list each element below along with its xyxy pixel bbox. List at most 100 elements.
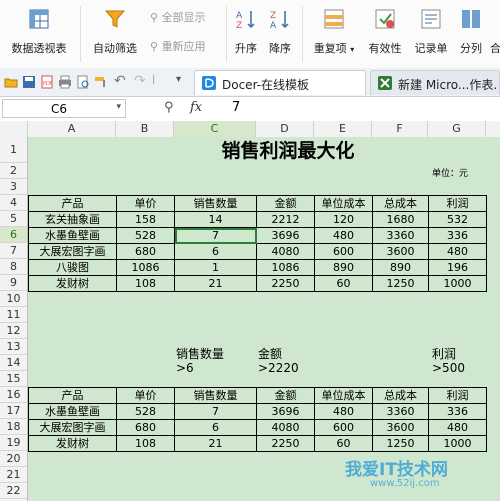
header-cell[interactable]: 利润 [428, 387, 487, 404]
table-cell[interactable]: 1086 [116, 259, 175, 276]
row-header[interactable]: 13 [0, 339, 27, 355]
quick-access-menu-icon[interactable]: ▾ [176, 74, 181, 85]
export-pdf-icon[interactable]: PDF [40, 75, 54, 89]
header-cell[interactable]: 产品 [28, 195, 117, 212]
table-cell[interactable]: 680 [116, 419, 175, 436]
criteria-value[interactable]: >2220 [258, 361, 299, 375]
column-header[interactable]: E [314, 121, 372, 137]
table-cell[interactable]: 2250 [256, 275, 315, 292]
table-cell[interactable]: 八骏图 [28, 259, 117, 276]
row-header[interactable]: 22 [0, 483, 27, 499]
table-cell[interactable]: 1000 [428, 435, 487, 452]
row-header[interactable]: 21 [0, 467, 27, 483]
table-cell[interactable]: 60 [314, 275, 373, 292]
row-header[interactable]: 10 [0, 291, 27, 307]
table-cell[interactable]: 1680 [372, 211, 429, 228]
header-cell[interactable]: 总成本 [372, 195, 429, 212]
column-header[interactable]: A [28, 121, 116, 137]
merge-button[interactable]: 合 [490, 0, 500, 68]
row-header[interactable]: 18 [0, 419, 27, 435]
row-header[interactable]: 17 [0, 403, 27, 419]
row-header[interactable]: 14 [0, 355, 27, 371]
table-cell[interactable]: 21 [174, 275, 257, 292]
table-cell[interactable]: 480 [314, 403, 373, 420]
table-cell[interactable]: 120 [314, 211, 373, 228]
name-box[interactable]: C6 ▾ [2, 99, 126, 118]
table-cell[interactable]: 发财树 [28, 275, 117, 292]
table-cell[interactable]: 336 [428, 403, 487, 420]
table-cell[interactable]: 600 [314, 419, 373, 436]
criteria-value[interactable]: >500 [432, 361, 465, 375]
select-all-corner[interactable] [0, 121, 28, 137]
row-header[interactable]: 6 [0, 227, 27, 243]
validity-button[interactable]: 有效性 [364, 0, 406, 68]
table-cell[interactable]: 大展宏图字画 [28, 243, 117, 260]
column-header[interactable]: B [116, 121, 174, 137]
chevron-down-icon[interactable]: ▾ [116, 102, 121, 112]
autofilter-button[interactable]: 自动筛选 [86, 0, 144, 68]
record-form-button[interactable]: 记录单 [410, 0, 452, 68]
row-header[interactable]: 2 [0, 163, 27, 179]
table-cell[interactable]: 3360 [372, 227, 429, 244]
table-cell[interactable]: 890 [372, 259, 429, 276]
header-cell[interactable]: 销售数量 [174, 195, 257, 212]
table-cell[interactable]: 1250 [372, 435, 429, 452]
header-cell[interactable]: 单位成本 [314, 387, 373, 404]
table-cell[interactable]: 528 [116, 227, 175, 244]
row-header[interactable]: 1 [0, 137, 27, 163]
zoom-search-icon[interactable]: ⚲ [164, 100, 174, 115]
table-cell[interactable]: 6 [174, 419, 257, 436]
table-cell[interactable]: 336 [428, 227, 487, 244]
duplicates-button[interactable]: 重复项 ▾ [306, 0, 362, 68]
header-cell[interactable]: 单价 [116, 195, 175, 212]
row-header[interactable]: 3 [0, 179, 27, 195]
table-cell[interactable]: 1086 [256, 259, 315, 276]
table-cell[interactable]: 3696 [256, 227, 315, 244]
table-cell[interactable]: 3360 [372, 403, 429, 420]
row-header[interactable]: 5 [0, 211, 27, 227]
table-cell[interactable]: 532 [428, 211, 487, 228]
pivot-table-button[interactable]: 数据透视表 [4, 0, 74, 68]
table-cell[interactable]: 玄关抽象画 [28, 211, 117, 228]
show-all-button[interactable]: ⚲ 全部显示 [150, 9, 206, 25]
table-cell[interactable]: 1250 [372, 275, 429, 292]
column-header[interactable]: F [372, 121, 428, 137]
table-cell[interactable]: 3696 [256, 403, 315, 420]
criteria-header[interactable]: 利润 [432, 345, 456, 362]
table-cell[interactable]: 2250 [256, 435, 315, 452]
row-header[interactable]: 4 [0, 195, 27, 211]
table-cell[interactable]: 14 [174, 211, 257, 228]
table-cell[interactable]: 发财树 [28, 435, 117, 452]
redo-icon[interactable]: ↷ [134, 73, 146, 89]
table-cell[interactable]: 3600 [372, 243, 429, 260]
criteria-header[interactable]: 金额 [258, 345, 282, 362]
sort-descending-button[interactable]: ZA 降序 [264, 0, 296, 68]
row-header[interactable]: 11 [0, 307, 27, 323]
fx-icon[interactable]: fx [190, 100, 202, 115]
header-cell[interactable]: 金额 [256, 195, 315, 212]
tab-workbook[interactable]: 新建 Micro...作表. [370, 70, 500, 95]
row-header[interactable]: 20 [0, 451, 27, 467]
header-cell[interactable]: 总成本 [372, 387, 429, 404]
split-columns-button[interactable]: 分列 [454, 0, 488, 68]
row-header[interactable]: 15 [0, 371, 27, 387]
table-cell[interactable]: 528 [116, 403, 175, 420]
criteria-value[interactable]: >6 [176, 361, 194, 375]
criteria-header[interactable]: 销售数量 [176, 345, 224, 362]
table-cell[interactable]: 196 [428, 259, 487, 276]
header-cell[interactable]: 单价 [116, 387, 175, 404]
table-cell[interactable]: 3600 [372, 419, 429, 436]
row-header[interactable]: 12 [0, 323, 27, 339]
table-cell[interactable]: 890 [314, 259, 373, 276]
table-cell[interactable]: 水墨鱼壁画 [28, 403, 117, 420]
table-cell[interactable]: 600 [314, 243, 373, 260]
worksheet-grid[interactable]: 销售利润最大化 单位：元 产品 单价 销售数量 金额 单位成本 总成本 利润 玄… [28, 137, 500, 501]
table-cell[interactable]: 4080 [256, 419, 315, 436]
table-cell[interactable]: 60 [314, 435, 373, 452]
table-cell[interactable]: 1000 [428, 275, 487, 292]
table-cell[interactable]: 水墨鱼壁画 [28, 227, 117, 244]
row-header[interactable]: 16 [0, 387, 27, 403]
undo-icon[interactable]: ↶ [114, 73, 126, 89]
print-preview-icon[interactable] [76, 75, 90, 89]
column-header[interactable]: G [428, 121, 486, 137]
